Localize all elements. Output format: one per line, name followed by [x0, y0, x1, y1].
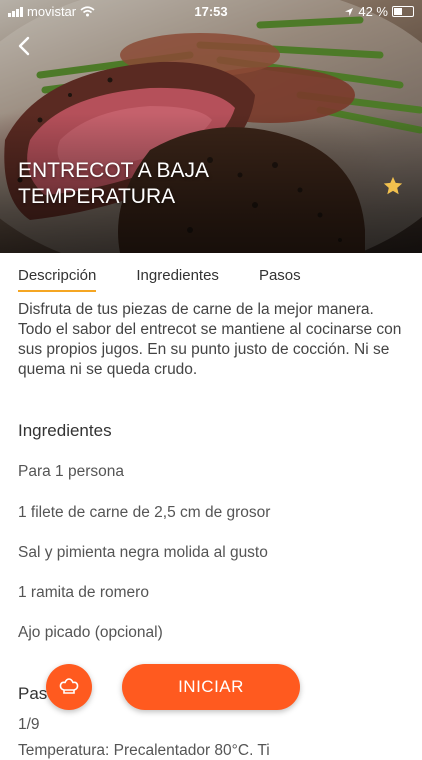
- tab-pasos[interactable]: Pasos: [259, 262, 301, 292]
- ingredient-item: 1 filete de carne de 2,5 cm de grosor: [18, 504, 271, 521]
- step-text: Temperatura: Precalentador 80°C. Ti: [18, 742, 270, 759]
- back-chevron-icon[interactable]: [10, 32, 38, 60]
- tab-ingredientes[interactable]: Ingredientes: [136, 262, 219, 292]
- chef-hat-icon: [59, 678, 79, 694]
- servings-text: Para 1 persona: [18, 463, 124, 480]
- ingredient-item: 1 ramita de romero: [18, 584, 149, 601]
- location-arrow-icon: [345, 7, 354, 16]
- status-bar: movistar 17:53 42 %: [0, 0, 422, 22]
- chef-mode-button[interactable]: [46, 664, 92, 710]
- recipe-tabs: Descripción Ingredientes Pasos: [18, 262, 341, 292]
- recipe-hero-image: movistar 17:53 42 % ENTRECOT A BAJA TEMP…: [0, 0, 422, 253]
- battery-icon: [392, 6, 414, 17]
- ingredient-item: Ajo picado (opcional): [18, 624, 163, 641]
- favorite-star-icon[interactable]: [382, 175, 404, 197]
- step-counter: 1/9: [18, 716, 40, 733]
- recipe-description: Disfruta de tus piezas de carne de la me…: [18, 301, 402, 378]
- tab-descripcion[interactable]: Descripción: [18, 262, 97, 292]
- recipe-title: ENTRECOT A BAJA TEMPERATURA: [18, 159, 208, 208]
- description-section: Disfruta de tus piezas de carne de la me…: [18, 300, 408, 380]
- battery-percentage: 42 %: [358, 4, 388, 19]
- ingredients-heading: Ingredientes: [18, 421, 112, 440]
- start-button[interactable]: INICIAR: [122, 664, 300, 710]
- ingredient-item: Sal y pimienta negra molida al gusto: [18, 544, 268, 561]
